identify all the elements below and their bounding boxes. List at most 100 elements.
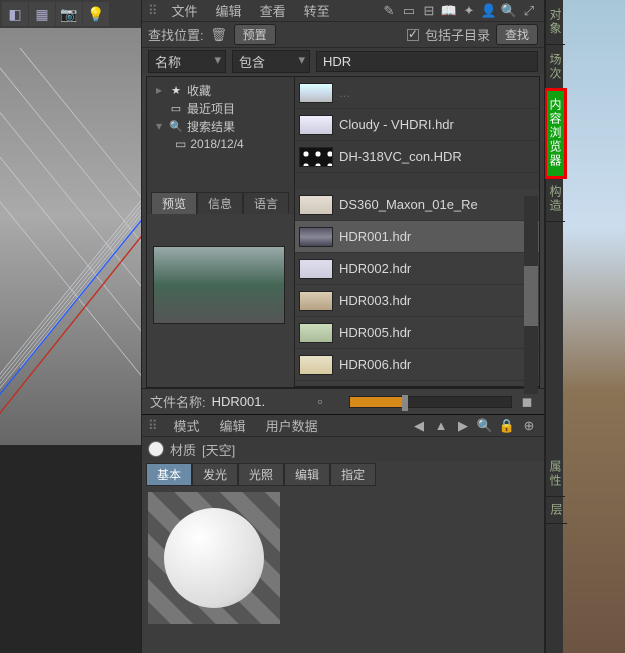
- file-thumb: [299, 291, 333, 311]
- find-button[interactable]: 查找: [496, 24, 538, 45]
- include-subdirs-label: 包括子目录: [425, 25, 490, 44]
- tab-lang[interactable]: 语言: [243, 192, 289, 214]
- attr-menu-edit[interactable]: 编辑: [212, 416, 254, 435]
- preset-button[interactable]: 预置: [234, 24, 276, 45]
- filter-op-select[interactable]: 包含: [232, 50, 310, 73]
- person-icon[interactable]: 👤: [480, 2, 498, 20]
- file-thumb: [299, 259, 333, 279]
- tab-preview[interactable]: 预览: [151, 192, 197, 214]
- list-item[interactable]: HDR005.hdr: [295, 317, 539, 349]
- list-item[interactable]: DH-318VC_con.HDR: [295, 141, 539, 173]
- thumb-size-slider[interactable]: [349, 396, 512, 408]
- new-tab-icon[interactable]: ⊕: [520, 417, 538, 435]
- tree-date-folder[interactable]: ▭2018/12/4: [153, 135, 294, 153]
- expand-icon[interactable]: ⤢: [520, 2, 538, 20]
- nav-back-icon[interactable]: ◀: [410, 417, 428, 435]
- list-item[interactable]: DS360_Maxon_01e_Re: [295, 189, 539, 221]
- search-icon[interactable]: 🔍: [476, 417, 494, 435]
- filter-row: 名称 包含: [142, 48, 544, 74]
- attr-menu-mode[interactable]: 模式: [166, 416, 208, 435]
- attr-tab-glow[interactable]: 发光: [192, 463, 238, 486]
- attr-tab-assign[interactable]: 指定: [330, 463, 376, 486]
- list-item[interactable]: HDR003.hdr: [295, 285, 539, 317]
- file-thumb: [299, 323, 333, 343]
- tree-favorites[interactable]: ▸★收藏: [153, 81, 294, 99]
- list-item[interactable]: Cloudy - VHDRI.hdr: [295, 109, 539, 141]
- folder-tree: ▸★收藏 ▭最近项目 ▾🔍搜索结果 ▭2018/12/4: [147, 77, 295, 189]
- vtab-takes[interactable]: 场次: [546, 45, 565, 90]
- list-item-selected[interactable]: HDR001.hdr: [295, 221, 539, 253]
- list-item[interactable]: ...: [295, 77, 539, 109]
- search-label: 查找位置:: [148, 25, 204, 44]
- thumb-small-icon[interactable]: ▫: [311, 393, 329, 411]
- menu-edit[interactable]: 编辑: [208, 1, 250, 20]
- key-icon[interactable]: ✦: [460, 2, 478, 20]
- filter-field-select[interactable]: 名称: [148, 50, 226, 73]
- lock-icon[interactable]: 🔒: [498, 417, 516, 435]
- attr-menu-userdata[interactable]: 用户数据: [258, 416, 326, 435]
- pencil-icon[interactable]: ✎: [380, 2, 398, 20]
- material-swatch[interactable]: [148, 441, 164, 457]
- file-thumb: [299, 227, 333, 247]
- filter-value-input[interactable]: [316, 51, 538, 72]
- right-tab-strip: 对象 场次 内容浏览器 构造 属性 层: [545, 0, 563, 653]
- tree-search-results[interactable]: ▾🔍搜索结果: [153, 117, 294, 135]
- material-sky-tag: [天空]: [202, 440, 235, 459]
- file-thumb: [299, 147, 333, 167]
- material-preview-sphere: [164, 508, 264, 608]
- book-icon[interactable]: 📖: [440, 2, 458, 20]
- list-item[interactable]: HDR002.hdr: [295, 253, 539, 285]
- panel-grip-icon[interactable]: ⠿: [148, 3, 156, 19]
- attr-tab-edit[interactable]: 编辑: [284, 463, 330, 486]
- file-thumb: [299, 387, 333, 388]
- material-preview[interactable]: [148, 492, 280, 624]
- file-thumb: [299, 355, 333, 375]
- vtab-structure[interactable]: 构造: [546, 177, 565, 222]
- tree-recent[interactable]: ▭最近项目: [153, 99, 294, 117]
- hdr-preview-image: [153, 246, 285, 324]
- light-icon[interactable]: 💡: [83, 2, 109, 26]
- content-browser-panel: ⠿ 文件 编辑 查看 转至 ✎ ▭ ⊟ 📖 ✦ 👤 🔍 ⤢ 查找位置: 🗑 预置…: [141, 0, 545, 653]
- menu-view[interactable]: 查看: [252, 1, 294, 20]
- vtab-objects[interactable]: 对象: [546, 0, 565, 45]
- browser-menubar: ⠿ 文件 编辑 查看 转至 ✎ ▭ ⊟ 📖 ✦ 👤 🔍 ⤢: [142, 0, 544, 22]
- list-item[interactable]: HDR008 hdr: [295, 381, 539, 387]
- filename-label: 文件名称:: [150, 392, 206, 411]
- grid-icon[interactable]: ▦: [29, 2, 55, 26]
- vtab-layers[interactable]: 层: [546, 497, 567, 524]
- attr-tab-basic[interactable]: 基本: [146, 463, 192, 486]
- list-scrollbar-thumb[interactable]: [524, 266, 538, 326]
- tab-info[interactable]: 信息: [197, 192, 243, 214]
- menu-file[interactable]: 文件: [164, 1, 206, 20]
- attribute-panel: ⠿ 模式 编辑 用户数据 ◀ ▲ ▶ 🔍 🔒 ⊕ 材质 [天空] 基本 发光 光…: [142, 414, 544, 624]
- nav-cube-icon[interactable]: ◧: [2, 2, 28, 26]
- include-subdirs-checkbox[interactable]: [407, 29, 419, 41]
- vtab-content-browser[interactable]: 内容浏览器: [546, 90, 565, 177]
- attr-tabs: 基本 发光 光照 编辑 指定: [142, 461, 544, 486]
- doc-icon[interactable]: ▭: [400, 2, 418, 20]
- attr-tab-illum[interactable]: 光照: [238, 463, 284, 486]
- filename-row: 文件名称: HDR001. ▫ ◼: [142, 388, 544, 414]
- perspective-viewport[interactable]: [0, 28, 141, 445]
- nav-fwd-icon[interactable]: ▶: [454, 417, 472, 435]
- menu-goto[interactable]: 转至: [296, 1, 338, 20]
- viewport-area: ◧ ▦ 📷 💡: [0, 0, 141, 653]
- magnify-icon[interactable]: 🔍: [500, 2, 518, 20]
- file-thumb: [299, 195, 333, 215]
- trash-icon[interactable]: 🗑: [210, 26, 228, 44]
- thumb-large-icon[interactable]: ◼: [518, 393, 536, 411]
- material-header: 材质 [天空]: [142, 437, 544, 461]
- viewport-toolbar: ◧ ▦ 📷 💡: [0, 0, 141, 28]
- list-item[interactable]: HDR006.hdr: [295, 349, 539, 381]
- filename-value: HDR001.: [212, 394, 265, 409]
- preview-tabs: 预览 信息 语言: [147, 189, 294, 214]
- tag-icon[interactable]: ⊟: [420, 2, 438, 20]
- browser-mid: 预览 信息 语言 DS360_Maxon_01e_Re HDR001.hdr H…: [147, 189, 539, 387]
- material-label: 材质: [170, 440, 196, 459]
- nav-up-icon[interactable]: ▲: [432, 417, 450, 435]
- vtab-attributes[interactable]: 属性: [546, 452, 565, 497]
- panel-grip-icon[interactable]: ⠿: [148, 418, 156, 434]
- file-thumb: [299, 115, 333, 135]
- search-row: 查找位置: 🗑 预置 包括子目录 查找: [142, 22, 544, 48]
- camera-icon[interactable]: 📷: [56, 2, 82, 26]
